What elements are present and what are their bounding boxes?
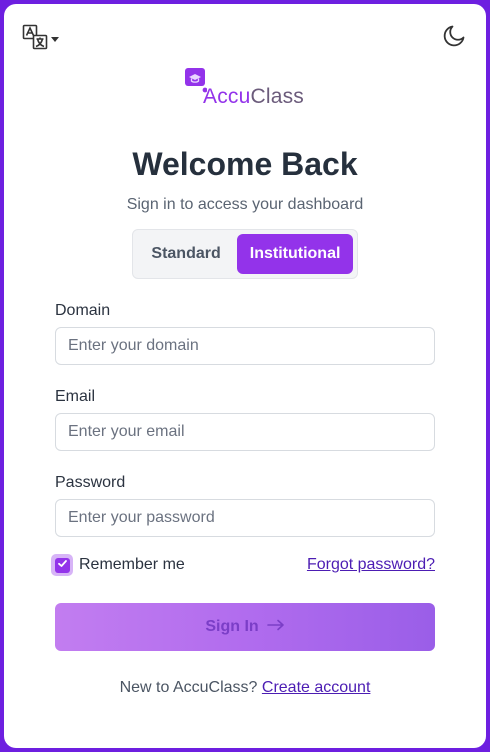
moon-icon (442, 25, 468, 52)
page-subtitle: Sign in to access your dashboard (126, 196, 364, 213)
login-type-toggle: Standard Institutional (132, 229, 358, 279)
arrow-right-icon (266, 618, 285, 636)
remember-checkbox[interactable] (51, 554, 73, 576)
signup-prompt-text: New to AccuClass? (119, 679, 258, 696)
check-icon (57, 556, 68, 574)
theme-toggle-button[interactable] (442, 22, 468, 53)
domain-input[interactable] (55, 327, 435, 365)
create-account-link[interactable]: Create account (262, 679, 371, 696)
caret-down-icon (50, 31, 60, 49)
sign-in-button[interactable]: Sign In (55, 603, 435, 651)
tab-standard[interactable]: Standard (137, 234, 235, 274)
remember-label: Remember me (79, 556, 185, 573)
sign-in-label: Sign In (205, 618, 259, 635)
brand-name-part1: Accu (203, 85, 251, 108)
password-input[interactable] (55, 499, 435, 537)
tab-institutional[interactable]: Institutional (237, 234, 353, 274)
translate-icon (22, 24, 48, 55)
language-switcher[interactable] (22, 24, 60, 55)
page-title: Welcome Back (132, 146, 358, 182)
email-input[interactable] (55, 413, 435, 451)
brand-logo: AccuClass (4, 68, 486, 108)
brand-name-part2: Class (250, 85, 305, 108)
forgot-password-link[interactable]: Forgot password? (307, 556, 435, 574)
remember-me[interactable]: Remember me (51, 554, 185, 576)
password-label: Password (55, 474, 126, 491)
signup-prompt: New to AccuClass? Create account (4, 679, 486, 697)
domain-label: Domain (55, 302, 111, 319)
login-card: AccuClass Welcome Back Sign in to access… (4, 4, 486, 748)
brand-name: AccuClass (203, 85, 304, 109)
email-label: Email (55, 388, 96, 405)
